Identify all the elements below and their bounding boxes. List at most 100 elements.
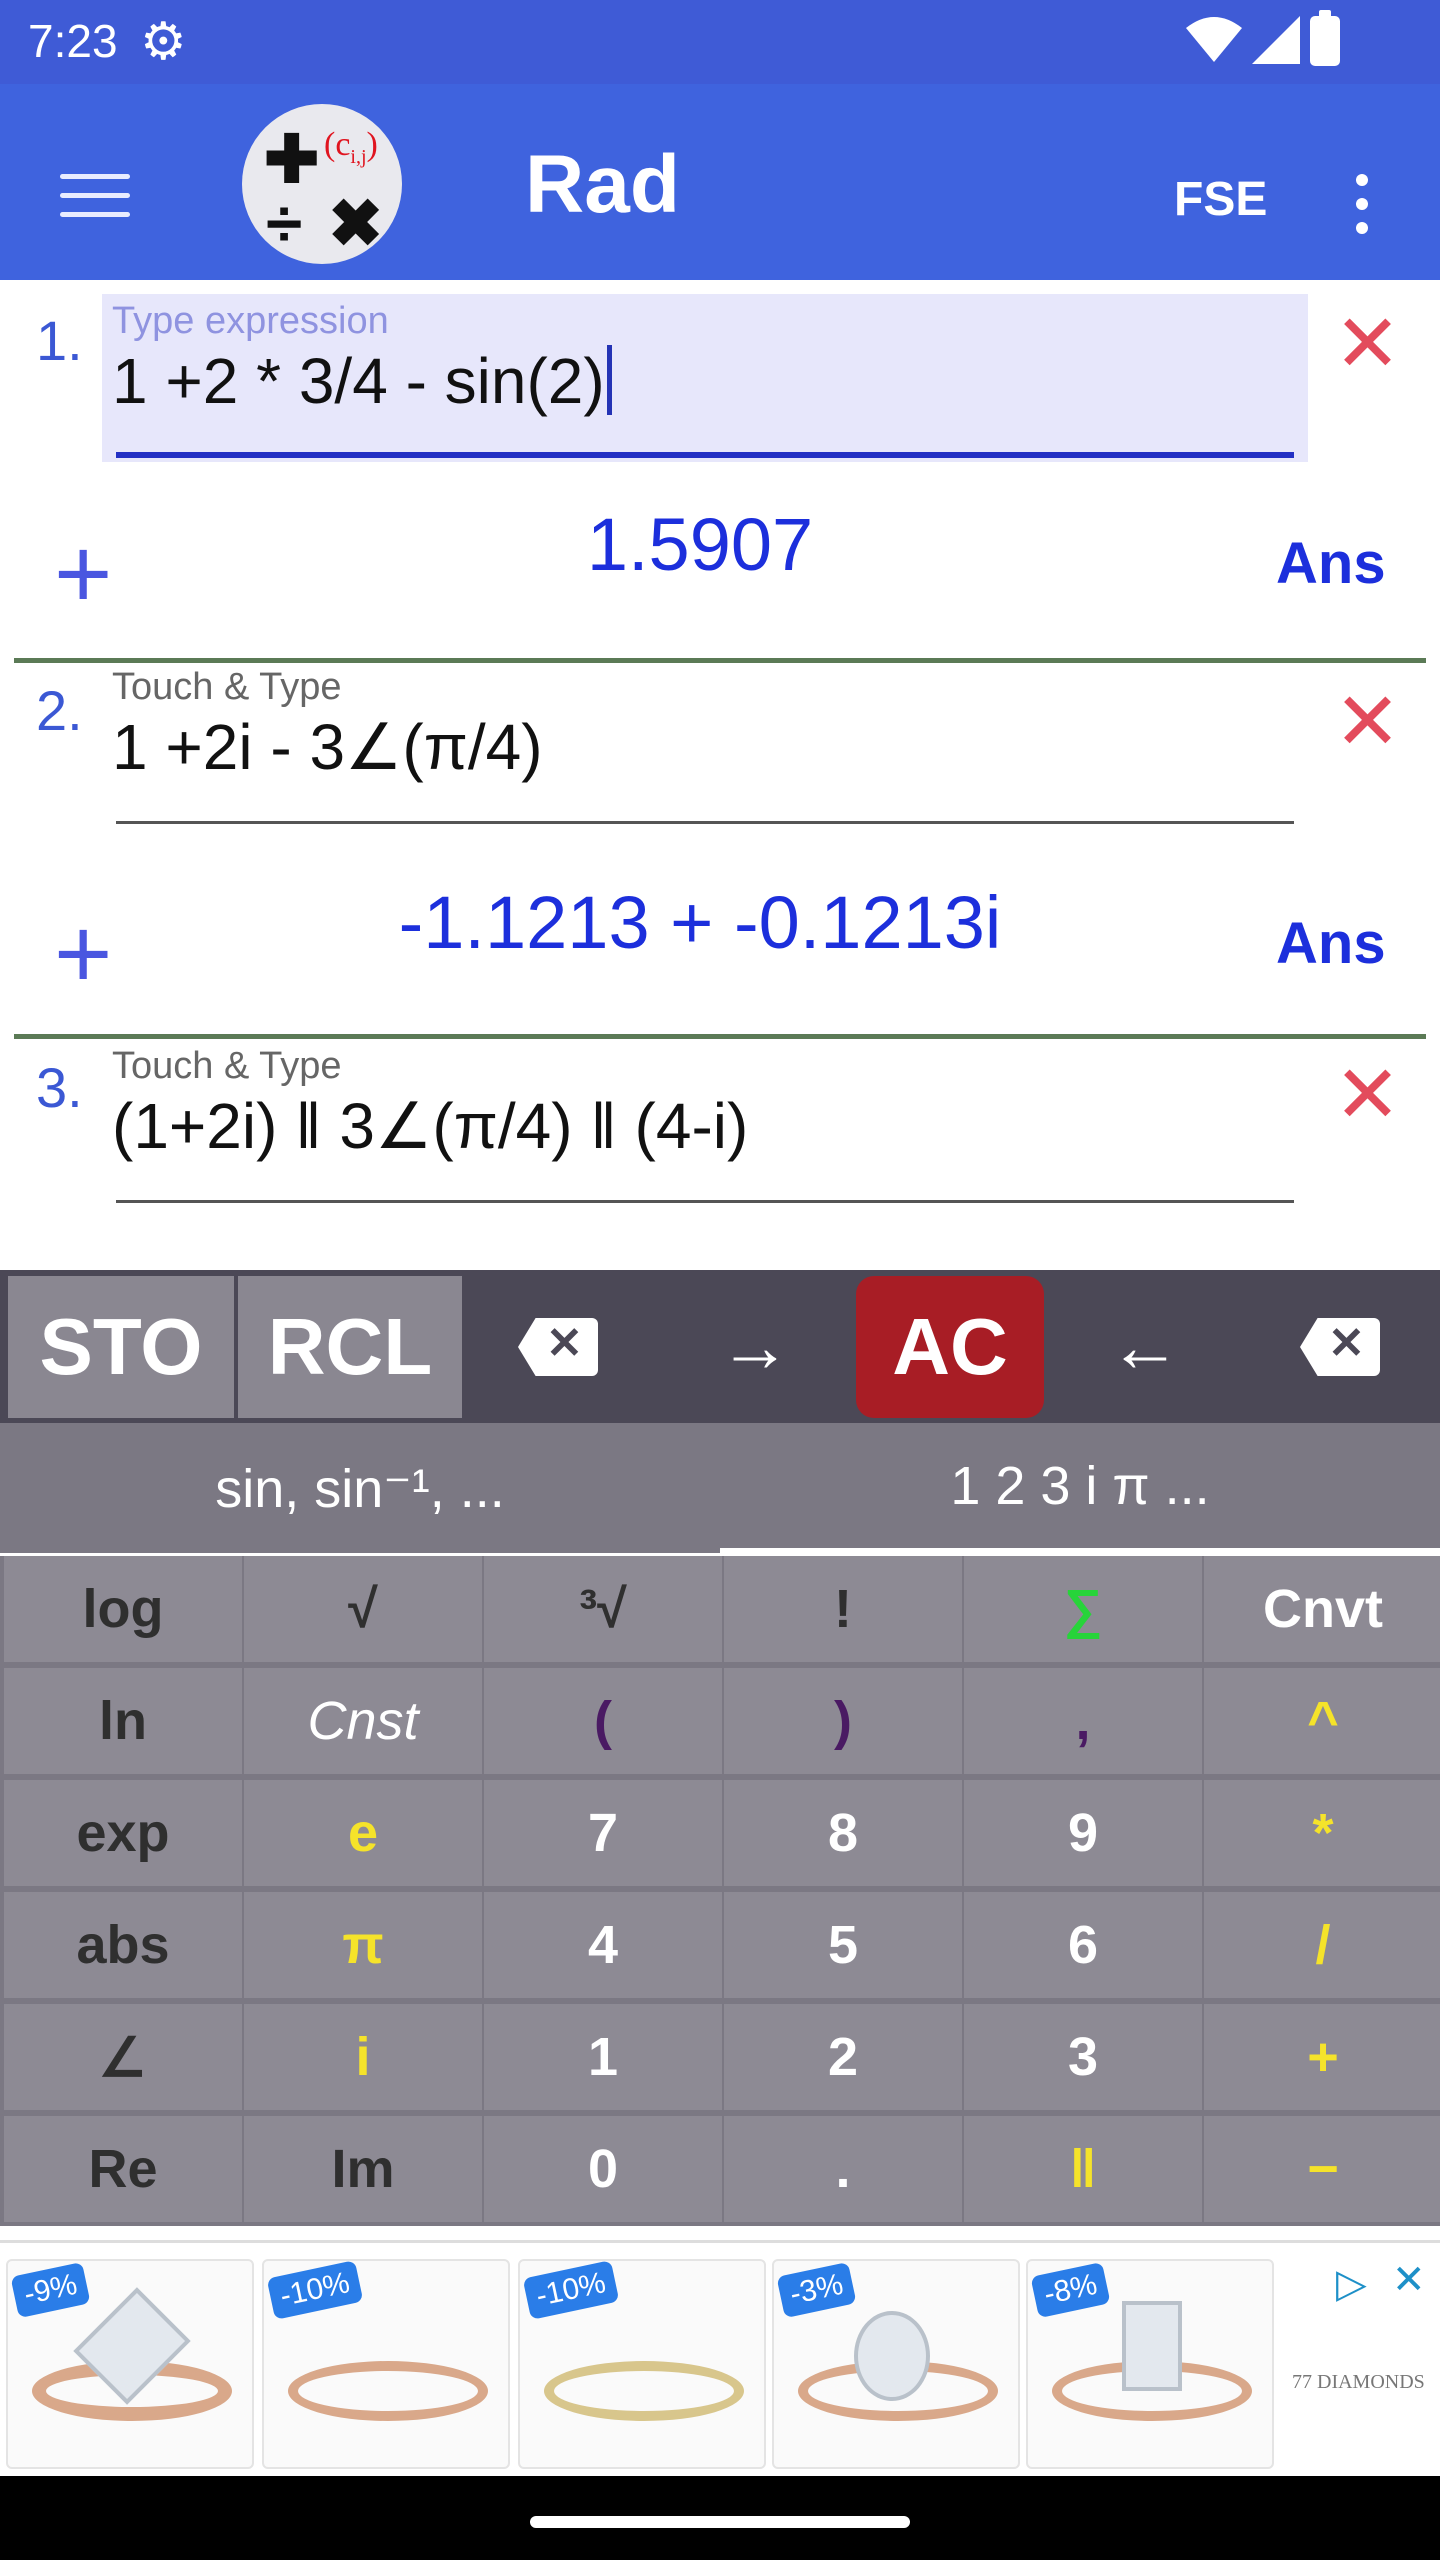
- clear-entry-button[interactable]: [468, 1276, 648, 1418]
- entry-number: 2.: [36, 679, 83, 742]
- key[interactable]: ,: [964, 1668, 1202, 1774]
- key[interactable]: ∠: [4, 2004, 242, 2110]
- ad-product[interactable]: -10%: [262, 2259, 510, 2469]
- expression-field[interactable]: Touch & Type 1 +2i - 3∠(π/4): [102, 660, 1308, 828]
- expression-input[interactable]: (1+2i) ǁ 3∠(π/4) ǁ (4-i): [112, 1089, 748, 1164]
- delete-entry-icon[interactable]: ✕: [1334, 304, 1401, 384]
- key[interactable]: ∑: [964, 1556, 1202, 1662]
- plus-symbol-icon: ✚: [264, 122, 320, 196]
- key[interactable]: π: [244, 1892, 482, 1998]
- cursor-right-button[interactable]: →: [660, 1276, 850, 1418]
- keyboard-toolbar: STO RCL → AC ←: [0, 1270, 1440, 1423]
- app-logo: ✚ (ci,j) ÷ ✖: [242, 104, 402, 264]
- key[interactable]: log: [4, 1556, 242, 1662]
- key[interactable]: /: [1204, 1892, 1440, 1998]
- home-gesture-handle[interactable]: [530, 2516, 910, 2528]
- key[interactable]: ln: [4, 1668, 242, 1774]
- key[interactable]: Cnst: [244, 1668, 482, 1774]
- ad-brand: 77 DIAMONDS: [1292, 2371, 1425, 2393]
- battery-icon: [1310, 10, 1340, 66]
- ring-image: [288, 2361, 488, 2421]
- key[interactable]: 4: [484, 1892, 722, 1998]
- ad-product[interactable]: -3%: [772, 2259, 1020, 2469]
- ad-product[interactable]: -8%: [1026, 2259, 1274, 2469]
- key[interactable]: .: [724, 2116, 962, 2222]
- key[interactable]: ǁ: [964, 2116, 1202, 2222]
- key[interactable]: 0: [484, 2116, 722, 2222]
- key[interactable]: ^: [1204, 1668, 1440, 1774]
- discount-tag: -10%: [522, 2261, 620, 2320]
- ring-image: [544, 2361, 744, 2421]
- key[interactable]: Cnvt: [1204, 1556, 1440, 1662]
- diamond-image: [1122, 2301, 1182, 2391]
- key[interactable]: ³√: [484, 1556, 722, 1662]
- ad-banner[interactable]: -9% -10% -10% -3% -8% ▷ ✕ 77 DIAMONDS: [0, 2240, 1440, 2475]
- wifi-icon: [1186, 17, 1242, 62]
- ans-button[interactable]: Ans: [1276, 530, 1386, 597]
- fse-button[interactable]: FSE: [1174, 172, 1267, 227]
- backspace-button[interactable]: [1250, 1276, 1430, 1418]
- key[interactable]: *: [1204, 1780, 1440, 1886]
- tab-numbers[interactable]: 1 2 3 i π ...: [720, 1423, 1440, 1553]
- ad-product[interactable]: -9%: [6, 2259, 254, 2469]
- navigation-bar: [0, 2476, 1440, 2560]
- status-bar: 7:23 ⚙: [0, 0, 1440, 84]
- expression-field[interactable]: Type expression 1 +2 * 3/4 - sin(2): [102, 294, 1308, 462]
- key[interactable]: 6: [964, 1892, 1202, 1998]
- hamburger-menu-icon[interactable]: [60, 174, 130, 218]
- ad-close-icon[interactable]: ✕: [1392, 2257, 1426, 2303]
- text-cursor: [606, 345, 612, 415]
- expression-input[interactable]: 1 +2 * 3/4 - sin(2): [112, 344, 612, 418]
- key[interactable]: !: [724, 1556, 962, 1662]
- discount-tag: -9%: [10, 2261, 91, 2319]
- expression-field[interactable]: Touch & Type (1+2i) ǁ 3∠(π/4) ǁ (4-i): [102, 1039, 1308, 1207]
- key[interactable]: 3: [964, 2004, 1202, 2110]
- ad-product[interactable]: -10%: [518, 2259, 766, 2469]
- field-label: Touch & Type: [112, 666, 342, 708]
- keypad: log √ ³√! ∑ Cnvt ln Cnst(), ^ exp e 7 8 9 * abs π 4 5 6/ ∠ i…: [0, 1556, 1440, 2226]
- adchoices-icon[interactable]: ▷: [1336, 2261, 1367, 2307]
- keyboard-tabs: sin, sin⁻¹, ... 1 2 3 i π ...: [0, 1423, 1440, 1553]
- key[interactable]: −: [1204, 2116, 1440, 2222]
- key[interactable]: e: [244, 1780, 482, 1886]
- key[interactable]: +: [1204, 2004, 1440, 2110]
- key[interactable]: (: [484, 1668, 722, 1774]
- all-clear-button[interactable]: AC: [856, 1276, 1044, 1418]
- delete-entry-icon[interactable]: ✕: [1334, 682, 1401, 762]
- key[interactable]: i: [244, 2004, 482, 2110]
- key[interactable]: Im: [244, 2116, 482, 2222]
- overflow-menu-icon[interactable]: [1356, 174, 1368, 246]
- diamond-image: [854, 2311, 930, 2401]
- tab-functions[interactable]: sin, sin⁻¹, ...: [0, 1423, 720, 1553]
- key[interactable]: exp: [4, 1780, 242, 1886]
- key[interactable]: 1: [484, 2004, 722, 2110]
- backspace-icon: [1300, 1318, 1380, 1376]
- key[interactable]: 2: [724, 2004, 962, 2110]
- key[interactable]: 9: [964, 1780, 1202, 1886]
- key[interactable]: 5: [724, 1892, 962, 1998]
- logo-text: (ci,j): [324, 126, 378, 168]
- cursor-left-button[interactable]: ←: [1050, 1276, 1240, 1418]
- sto-button[interactable]: STO: [8, 1276, 234, 1418]
- discount-tag: -3%: [776, 2261, 857, 2319]
- key[interactable]: abs: [4, 1892, 242, 1998]
- entry-3: 3. Touch & Type (1+2i) ǁ 3∠(π/4) ǁ (4-i)…: [0, 1035, 1440, 1265]
- divide-symbol-icon: ÷: [266, 186, 303, 260]
- field-underline: [116, 821, 1294, 824]
- delete-entry-icon[interactable]: ✕: [1334, 1055, 1401, 1135]
- key[interactable]: 7: [484, 1780, 722, 1886]
- expression-input[interactable]: 1 +2i - 3∠(π/4): [112, 710, 543, 785]
- key[interactable]: √: [244, 1556, 482, 1662]
- angle-mode[interactable]: Rad: [525, 138, 680, 232]
- backspace-x-icon: [518, 1318, 598, 1376]
- ans-button[interactable]: Ans: [1276, 910, 1386, 977]
- key[interactable]: Re: [4, 2116, 242, 2222]
- field-underline: [116, 452, 1294, 458]
- key[interactable]: 8: [724, 1780, 962, 1886]
- status-time: 7:23: [28, 15, 118, 67]
- key[interactable]: ): [724, 1668, 962, 1774]
- rcl-button[interactable]: RCL: [238, 1276, 462, 1418]
- signal-icon: [1252, 16, 1300, 64]
- field-label: Touch & Type: [112, 1045, 342, 1087]
- entry-number: 3.: [36, 1056, 83, 1119]
